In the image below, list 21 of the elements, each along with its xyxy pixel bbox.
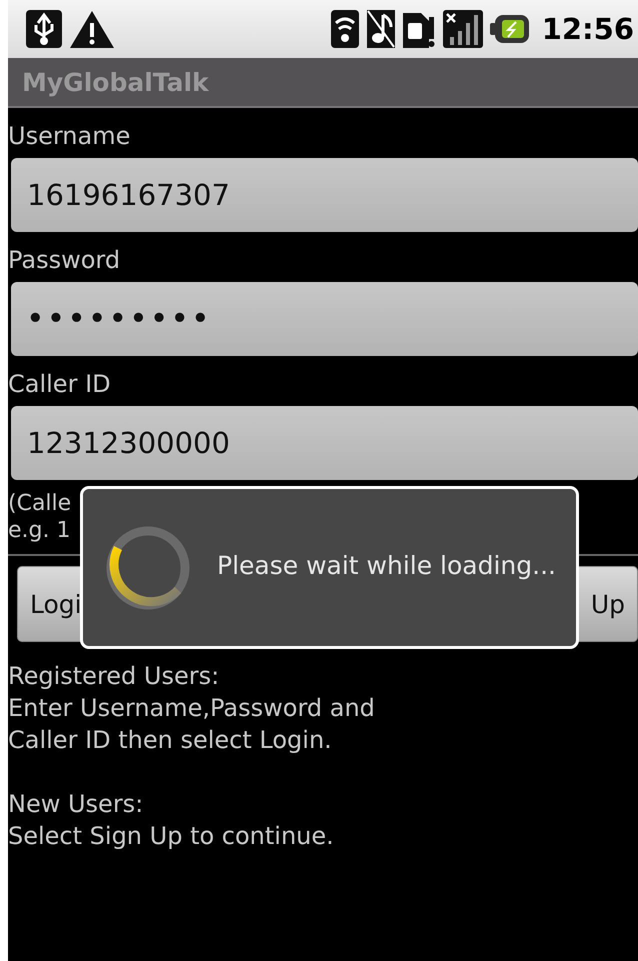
- instruction-text: Enter Username,Password and: [8, 693, 376, 724]
- instruction-text: Select Sign Up to continue.: [8, 821, 335, 852]
- signal-icon: [442, 9, 484, 49]
- usb-icon: [25, 9, 63, 49]
- warning-icon: [69, 9, 115, 49]
- status-time: 12:56: [542, 12, 634, 46]
- hint-text: e.g. 1: [8, 517, 72, 544]
- input-field[interactable]: 12312300000: [11, 406, 638, 480]
- field-label: Password: [8, 246, 122, 274]
- battery-icon: [490, 13, 530, 45]
- input-field[interactable]: 16196167307: [11, 158, 638, 232]
- hint-text: (Calle: [8, 490, 72, 517]
- instruction-text: Registered Users:: [8, 661, 220, 692]
- password-field[interactable]: •••••••••: [11, 282, 638, 356]
- instruction-text: New Users:: [8, 789, 144, 820]
- instruction-text: Caller ID then select Login.: [8, 725, 333, 756]
- app-title: MyGlobalTalk: [22, 68, 209, 96]
- field-label: Username: [8, 122, 132, 150]
- muted-music-icon: [366, 9, 396, 49]
- field-label: Caller ID: [8, 370, 112, 398]
- wifi-icon: [330, 9, 360, 49]
